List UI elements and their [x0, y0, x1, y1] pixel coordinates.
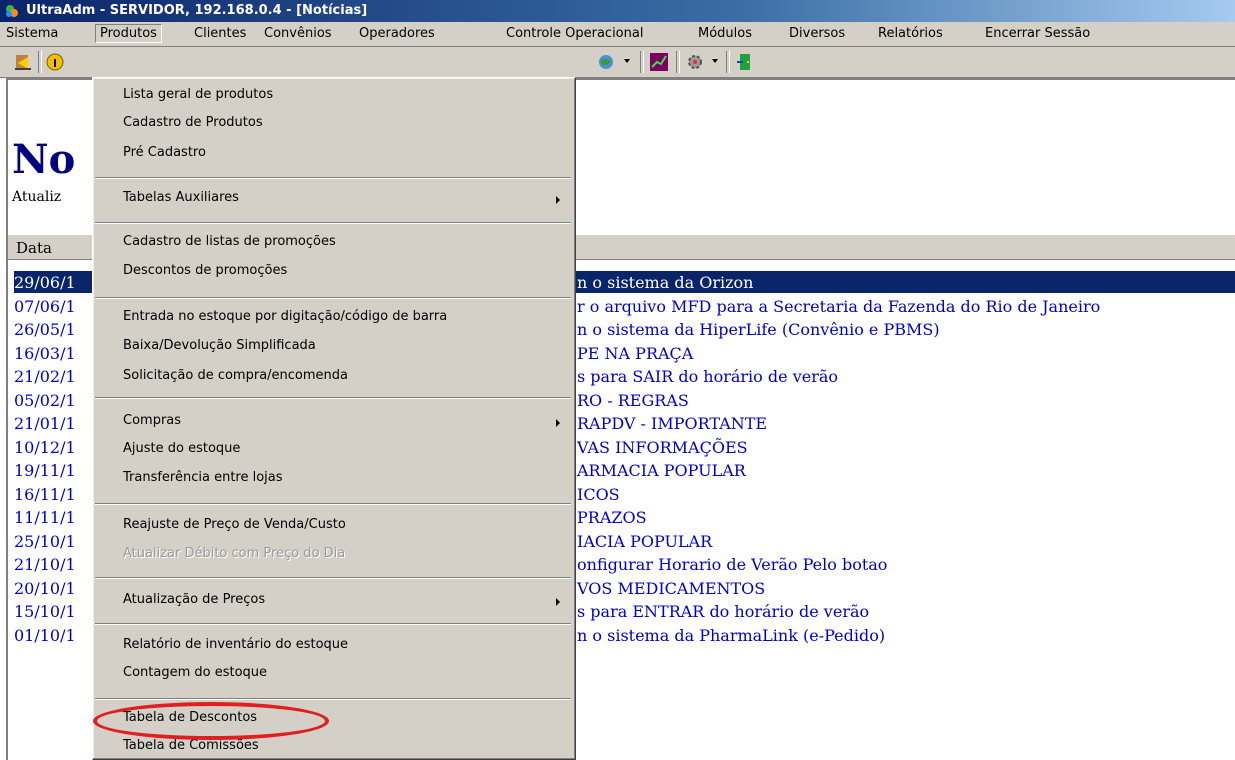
menu-diversos[interactable]: Diversos	[789, 26, 845, 41]
news-date: 07/06/1	[14, 296, 76, 316]
toolbar-separator	[38, 51, 42, 73]
news-date: 10/12/1	[14, 437, 76, 457]
toolbar-separator	[726, 51, 730, 73]
menu-item-atualizar-debito-com-preco-do-dia: Atualizar Débito com Preço do Dia	[123, 546, 346, 561]
app-icon	[6, 5, 18, 17]
news-date: 01/10/1	[14, 625, 76, 645]
info-icon[interactable]	[44, 51, 66, 73]
news-date: 29/06/1	[14, 273, 76, 292]
menu-operadores[interactable]: Operadores	[359, 26, 435, 41]
news-title-link[interactable]: n o sistema da PharmaLink (e-Pedido)	[577, 626, 885, 645]
news-title-link[interactable]: onfigurar Horario de Verão Pelo botao	[577, 555, 887, 574]
menu-item-lista-geral-de-produtos[interactable]: Lista geral de produtos	[123, 87, 273, 102]
page-title: No	[12, 136, 76, 183]
globe-icon[interactable]	[596, 51, 618, 73]
menu-item-transferencia-entre-lojas[interactable]: Transferência entre lojas	[123, 470, 283, 485]
gear-icon[interactable]	[684, 51, 706, 73]
news-date: 16/03/1	[14, 343, 76, 363]
menu-item-entrada-no-estoque-por-digitacao-codigo-de-barra[interactable]: Entrada no estoque por digitação/código …	[123, 309, 447, 324]
news-title-link[interactable]: PE NA PRAÇA	[577, 344, 693, 363]
menu-convenios[interactable]: Convênios	[264, 26, 332, 41]
menu-separator	[95, 623, 571, 625]
menu-sistema[interactable]: Sistema	[6, 26, 58, 41]
submenu-arrow-icon	[556, 598, 560, 606]
news-date: 05/02/1	[14, 390, 76, 410]
globe-dropdown-arrow[interactable]	[624, 59, 630, 63]
toolbar-separator	[640, 51, 644, 73]
news-date: 21/02/1	[14, 367, 76, 386]
menu-item-reajuste-de-preco-de-venda-custo[interactable]: Reajuste de Preço de Venda/Custo	[123, 517, 346, 532]
menu-item-tabelas-auxiliares[interactable]: Tabelas Auxiliares	[123, 190, 239, 205]
menu-item-ajuste-do-estoque[interactable]: Ajuste do estoque	[123, 441, 240, 456]
menu-item-baixa-devolucao-simplificada[interactable]: Baixa/Devolução Simplificada	[123, 338, 316, 353]
menu-modulos[interactable]: Módulos	[698, 26, 752, 41]
menu-separator	[95, 222, 571, 224]
menu-item-cadastro-de-produtos[interactable]: Cadastro de Produtos	[123, 115, 263, 130]
menu-item-contagem-do-estoque[interactable]: Contagem do estoque	[123, 665, 267, 680]
news-title-link[interactable]: s para ENTRAR do horário de verão	[577, 602, 869, 621]
window-title: UltraAdm - SERVIDOR, 192.168.0.4 - [Notí…	[26, 3, 368, 18]
news-date: 15/10/1	[14, 602, 76, 621]
menu-item-pre-cadastro[interactable]: Pré Cadastro	[123, 145, 206, 160]
menu-item-solicitacao-de-compra-encomenda[interactable]: Solicitação de compra/encomenda	[123, 368, 348, 383]
news-title-link[interactable]: IACIA POPULAR	[577, 532, 712, 551]
menu-separator	[95, 177, 571, 179]
menu-separator	[95, 503, 571, 505]
highlight-annotation	[93, 702, 329, 740]
menu-separator	[95, 397, 571, 399]
news-date: 19/11/1	[14, 461, 76, 480]
news-date: 16/11/1	[14, 484, 76, 504]
gear-dropdown-arrow[interactable]	[712, 59, 718, 63]
menu-produtos[interactable]: Produtos	[95, 24, 162, 43]
news-title-link[interactable]: RO - REGRAS	[577, 391, 689, 410]
news-title-link[interactable]: r o arquivo MFD para a Secretaria da Faz…	[577, 297, 1100, 316]
menu-item-descontos-de-promocoes[interactable]: Descontos de promoções	[123, 263, 287, 278]
chart-icon[interactable]	[648, 51, 670, 73]
menu-item-cadastro-de-listas-de-promocoes[interactable]: Cadastro de listas de promoções	[123, 234, 336, 249]
title-bar: UltraAdm - SERVIDOR, 192.168.0.4 - [Notí…	[0, 0, 1235, 22]
menu-item-relatorio-de-inventario-do-estoque[interactable]: Relatório de inventário do estoque	[123, 637, 348, 652]
toolbar-separator	[676, 51, 680, 73]
news-title-link[interactable]: ICOS	[577, 485, 620, 504]
news-date: 21/10/1	[14, 555, 76, 574]
exit-icon[interactable]	[12, 51, 34, 73]
news-title-link[interactable]: VAS INFORMAÇÕES	[577, 438, 748, 457]
news-date: 25/10/1	[14, 531, 76, 551]
menu-encerrar-sessao[interactable]: Encerrar Sessão	[985, 26, 1090, 41]
news-date: 20/10/1	[14, 578, 76, 598]
menu-relatorios[interactable]: Relatórios	[878, 26, 943, 41]
submenu-arrow-icon	[556, 419, 560, 427]
menu-controle-operacional[interactable]: Controle Operacional	[506, 26, 643, 41]
column-header-date[interactable]: Data	[16, 239, 52, 257]
news-title-link[interactable]: VOS MEDICAMENTOS	[577, 579, 765, 598]
news-title-link[interactable]: ARMACIA POPULAR	[577, 461, 746, 480]
menu-separator	[95, 297, 571, 299]
news-date: 26/05/1	[14, 320, 76, 339]
news-date: 21/01/1	[14, 414, 76, 433]
news-date: 11/11/1	[14, 508, 76, 527]
news-title-link[interactable]: n o sistema da Orizon	[577, 273, 753, 292]
page-subtitle: Atualiz	[12, 189, 62, 205]
menu-item-tabela-de-comissoes[interactable]: Tabela de Comissões	[123, 738, 259, 753]
menu-item-atualizacao-de-precos[interactable]: Atualização de Preços	[123, 592, 265, 607]
toolbar	[0, 47, 1235, 78]
produtos-dropdown-menu: Lista geral de produtos Cadastro de Produ…	[92, 77, 576, 760]
news-title-link[interactable]: RAPDV - IMPORTANTE	[577, 414, 767, 433]
news-title-link[interactable]: n o sistema da HiperLife (Convênio e PBM…	[577, 320, 940, 339]
news-title-link[interactable]: s para SAIR do horário de verão	[577, 367, 838, 386]
menu-item-compras[interactable]: Compras	[123, 413, 181, 428]
menu-clientes[interactable]: Clientes	[194, 26, 246, 41]
menu-bar: Sistema Produtos Clientes Convênios Oper…	[0, 22, 1235, 47]
menu-separator	[95, 698, 571, 700]
submenu-arrow-icon	[556, 196, 560, 204]
menu-separator	[95, 577, 571, 579]
news-title-link[interactable]: PRAZOS	[577, 508, 647, 527]
door-icon[interactable]	[734, 51, 756, 73]
